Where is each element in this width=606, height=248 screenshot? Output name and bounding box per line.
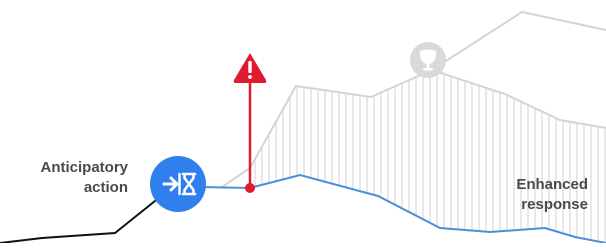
enhanced-response-label: Enhanced response: [490, 175, 588, 215]
warning-point: [245, 183, 255, 193]
arrow-to-hourglass-icon: [150, 156, 206, 212]
diagram-canvas: Anticipatory action Enhanced response: [0, 0, 606, 244]
anticipatory-label-line-1: Anticipatory: [40, 159, 128, 176]
enhanced-label-line-1: Enhanced: [516, 176, 588, 193]
enhanced-label-line-2: response: [521, 196, 588, 213]
faded-trophy-icon: [410, 42, 446, 78]
warning-triangle-icon: [233, 53, 267, 83]
anticipatory-action-label: Anticipatory action: [14, 158, 128, 198]
anticipatory-label-line-2: action: [83, 179, 128, 196]
baseline-line: [0, 196, 161, 244]
